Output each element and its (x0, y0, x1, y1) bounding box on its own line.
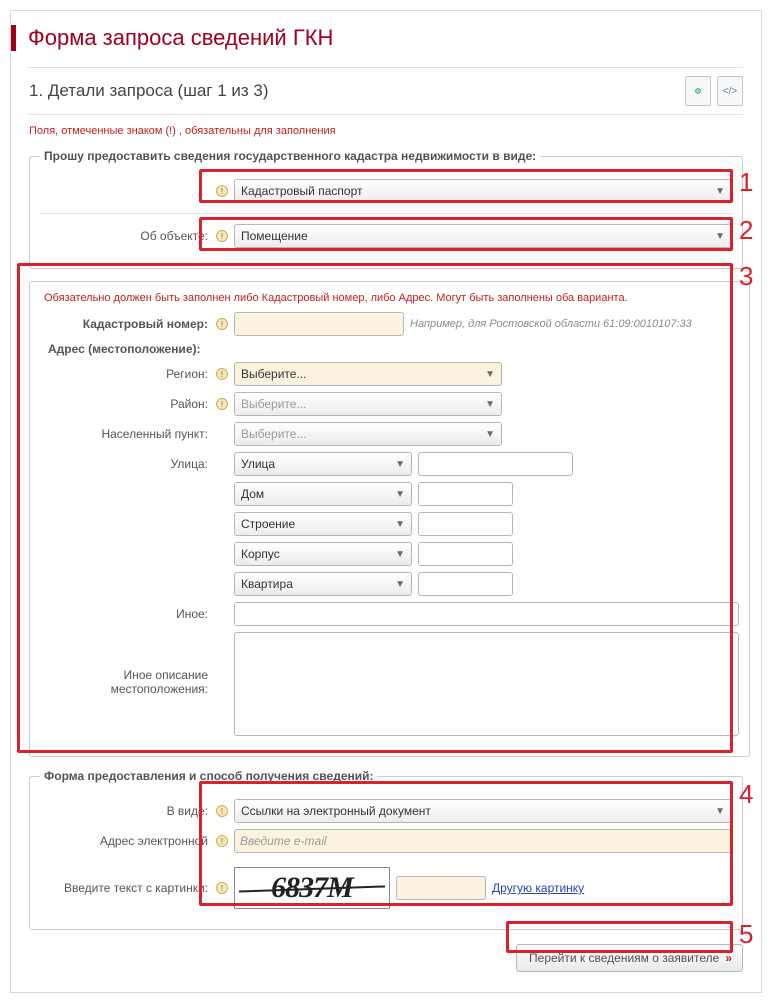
request-type-legend: Прошу предоставить сведения государствен… (40, 149, 540, 163)
other-desc-textarea[interactable] (234, 632, 739, 736)
flat-type-value: Квартира (241, 577, 293, 591)
street-input[interactable] (418, 452, 573, 476)
format-select[interactable]: Ссылки на электронный документ ▼ (234, 799, 732, 823)
captcha-input[interactable] (396, 876, 486, 900)
view-icon[interactable] (685, 76, 711, 106)
submit-button[interactable]: Перейти к сведениям о заявителе » (516, 944, 743, 972)
arrow-right-icon: » (725, 951, 730, 965)
submit-label: Перейти к сведениям о заявителе (529, 951, 719, 965)
annotation-3: 3 (739, 261, 753, 292)
flat-input[interactable] (418, 572, 513, 596)
object-value: Помещение (241, 229, 308, 243)
other-input[interactable] (234, 602, 739, 626)
chevron-down-icon: ▼ (395, 579, 405, 590)
korpus-input[interactable] (418, 542, 513, 566)
chevron-down-icon: ▼ (715, 806, 725, 817)
rayon-label: Район: (40, 397, 208, 411)
build-type-value: Строение (241, 517, 295, 531)
region-label: Регион: (40, 367, 208, 381)
step-title: 1. Детали запроса (шаг 1 из 3) (29, 81, 269, 101)
required-icon (216, 835, 228, 847)
page: Форма запроса сведений ГКН 1. Детали зап… (10, 10, 762, 993)
required-icon (216, 318, 228, 330)
chevron-down-icon: ▼ (395, 459, 405, 470)
house-type-value: Дом (241, 487, 264, 501)
step-header: 1. Детали запроса (шаг 1 из 3) </> (29, 67, 743, 115)
kad-input[interactable] (234, 312, 404, 336)
annotation-5: 5 (739, 919, 753, 950)
kad-label: Кадастровый номер: (40, 317, 208, 331)
house-type-select[interactable]: Дом ▼ (234, 482, 412, 506)
doc-type-value: Кадастровый паспорт (241, 184, 362, 198)
chevron-down-icon: ▼ (715, 186, 725, 197)
xml-icon[interactable]: </> (717, 76, 743, 106)
np-label: Населенный пункт: (40, 427, 208, 441)
required-note: Поля, отмеченные знаком (!) , обязательн… (29, 125, 743, 137)
request-type-group: Прошу предоставить сведения государствен… (29, 149, 743, 269)
format-label: В виде: (40, 804, 208, 818)
chevron-down-icon: ▼ (395, 489, 405, 500)
chevron-down-icon: ▼ (395, 519, 405, 530)
captcha-label: Введите текст с картинки: (40, 881, 208, 895)
chevron-down-icon: ▼ (715, 231, 725, 242)
required-icon (216, 398, 228, 410)
required-icon (216, 805, 228, 817)
object-label: Об объекте: (40, 229, 208, 243)
house-input[interactable] (418, 482, 513, 506)
annotation-4: 4 (739, 779, 753, 810)
korpus-type-select[interactable]: Корпус ▼ (234, 542, 412, 566)
region-value: Выберите... (241, 367, 306, 381)
rayon-select[interactable]: Выберите... ▼ (234, 392, 502, 416)
object-select[interactable]: Помещение ▼ (234, 224, 732, 248)
kad-hint: Например, для Ростовской области 61:09:0… (410, 318, 739, 330)
street-type-select[interactable]: Улица ▼ (234, 452, 412, 476)
object-warning: Обязательно должен быть заполнен либо Ка… (44, 292, 739, 304)
build-type-select[interactable]: Строение ▼ (234, 512, 412, 536)
page-title: Форма запроса сведений ГКН (11, 25, 743, 51)
required-icon (216, 230, 228, 242)
format-value: Ссылки на электронный документ (241, 804, 431, 818)
annotation-1: 1 (739, 167, 753, 198)
street-type-value: Улица (241, 457, 275, 471)
region-select[interactable]: Выберите... ▼ (234, 362, 502, 386)
doc-type-select[interactable]: Кадастровый паспорт ▼ (234, 179, 732, 203)
street-label: Улица: (40, 457, 208, 471)
chevron-down-icon: ▼ (485, 369, 495, 380)
delivery-legend: Форма предоставления и способ получения … (40, 769, 377, 783)
other-label: Иное: (40, 607, 208, 621)
annotation-2: 2 (739, 215, 753, 246)
chevron-down-icon: ▼ (485, 399, 495, 410)
rayon-value: Выберите... (241, 397, 306, 411)
chevron-down-icon: ▼ (485, 429, 495, 440)
np-value: Выберите... (241, 427, 306, 441)
captcha-reload-link[interactable]: Другую картинку (492, 881, 584, 895)
other-desc-label: Иное описание местоположения: (40, 632, 208, 696)
required-icon (216, 185, 228, 197)
build-input[interactable] (418, 512, 513, 536)
chevron-down-icon: ▼ (395, 549, 405, 560)
delivery-group: Форма предоставления и способ получения … (29, 769, 743, 930)
required-icon (216, 882, 228, 894)
required-icon (216, 368, 228, 380)
doc-type-label (40, 184, 208, 198)
flat-type-select[interactable]: Квартира ▼ (234, 572, 412, 596)
korpus-type-value: Корпус (241, 547, 280, 561)
captcha-image: 6837M (234, 867, 390, 909)
email-input[interactable] (234, 829, 732, 853)
address-title: Адрес (местоположение): (48, 342, 739, 356)
object-details-group: Обязательно должен быть заполнен либо Ка… (29, 281, 750, 757)
email-label: Адрес электронной (40, 834, 208, 848)
np-select[interactable]: Выберите... ▼ (234, 422, 502, 446)
